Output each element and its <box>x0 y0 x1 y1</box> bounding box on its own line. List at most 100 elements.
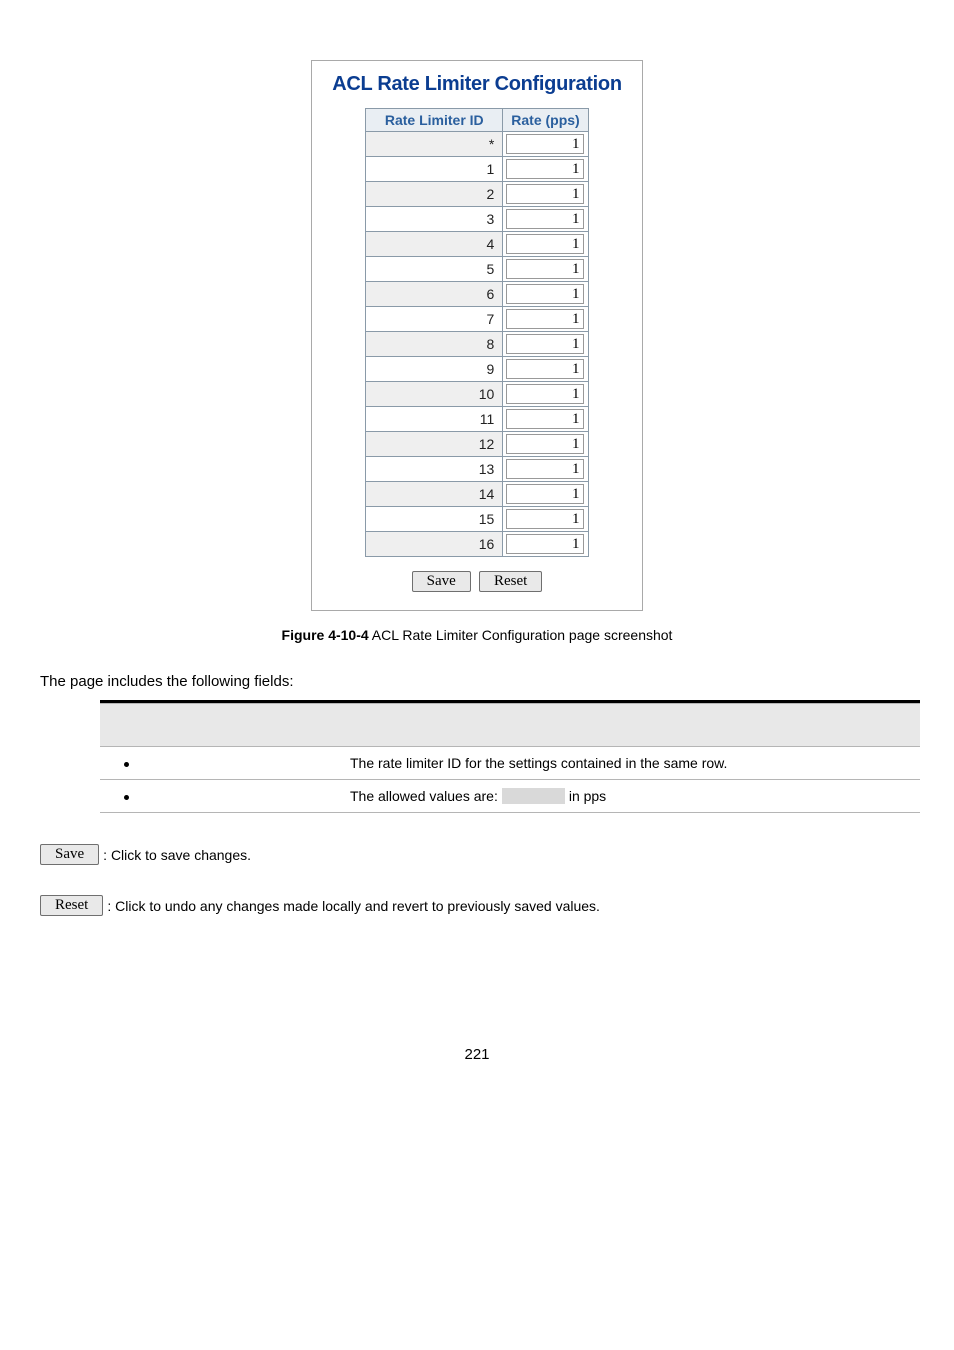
rate-limiter-id-cell: 6 <box>366 282 503 307</box>
table-row: 21 <box>366 182 588 207</box>
rate-limiter-id-cell: 9 <box>366 357 503 382</box>
rate-value-cell: 1 <box>503 507 588 532</box>
rate-value-cell: 1 <box>503 407 588 432</box>
rate-limiter-table: Rate Limiter ID Rate (pps) *111213141516… <box>365 108 588 557</box>
table-row: 101 <box>366 382 588 407</box>
rate-limiter-id-cell: 2 <box>366 182 503 207</box>
panel-title: ACL Rate Limiter Configuration <box>332 73 622 96</box>
reset-text: : Click to undo any changes made locally… <box>107 898 600 914</box>
field-row: Rate The allowed values are: 0-131071 in… <box>100 780 920 813</box>
rate-input[interactable]: 1 <box>506 484 584 504</box>
caption-text: ACL Rate Limiter Configuration page scre… <box>372 627 673 643</box>
fields-header-blank <box>100 704 152 747</box>
rate-value-cell: 1 <box>503 457 588 482</box>
rate-input[interactable]: 1 <box>506 434 584 454</box>
rate-limiter-id-cell: * <box>366 132 503 157</box>
fields-header-description: Description <box>344 704 920 747</box>
rate-input[interactable]: 1 <box>506 384 584 404</box>
save-button-inline[interactable]: Save <box>40 844 99 865</box>
rate-limiter-id-cell: 5 <box>366 257 503 282</box>
rate-value-cell: 1 <box>503 332 588 357</box>
rate-limiter-id-cell: 7 <box>366 307 503 332</box>
desc-suffix: in pps <box>565 788 606 804</box>
table-row: 121 <box>366 432 588 457</box>
actions-heading: Buttons <box>40 813 914 814</box>
acl-config-panel: ACL Rate Limiter Configuration Rate Limi… <box>311 60 643 611</box>
rate-input[interactable]: 1 <box>506 534 584 554</box>
table-row: 91 <box>366 357 588 382</box>
rate-limiter-id-cell: 14 <box>366 482 503 507</box>
rate-input[interactable]: 1 <box>506 234 584 254</box>
field-object: Rate Limiter ID <box>152 747 344 780</box>
rate-value-cell: 1 <box>503 207 588 232</box>
rate-input[interactable]: 1 <box>506 284 584 304</box>
col-header-id: Rate Limiter ID <box>366 109 503 132</box>
fields-header-object: Object <box>152 704 344 747</box>
table-row: 131 <box>366 457 588 482</box>
field-description: The allowed values are: 0-131071 in pps <box>344 780 920 813</box>
rate-value-cell: 1 <box>503 257 588 282</box>
rate-value-cell: 1 <box>503 157 588 182</box>
page-number: 221 <box>40 1046 914 1063</box>
rate-value-cell: 1 <box>503 532 588 557</box>
rate-input[interactable]: 1 <box>506 459 584 479</box>
rate-value-cell: 1 <box>503 132 588 157</box>
table-row: 51 <box>366 257 588 282</box>
figure-caption: Figure 4-10-4 ACL Rate Limiter Configura… <box>40 627 914 643</box>
rate-input[interactable]: 1 <box>506 309 584 329</box>
table-row: 71 <box>366 307 588 332</box>
reset-explanation: Reset : Click to undo any changes made l… <box>40 895 914 916</box>
fields-table: Object Description Rate Limiter ID The r… <box>100 700 920 813</box>
rate-input[interactable]: 1 <box>506 184 584 204</box>
rate-input[interactable]: 1 <box>506 209 584 229</box>
desc-highlight: 0-131071 <box>502 788 565 804</box>
rate-value-cell: 1 <box>503 307 588 332</box>
table-row: 81 <box>366 332 588 357</box>
save-text: : Click to save changes. <box>103 847 251 863</box>
table-row: 161 <box>366 532 588 557</box>
save-explanation: Save : Click to save changes. <box>40 844 914 865</box>
table-row: 151 <box>366 507 588 532</box>
table-row: 11 <box>366 157 588 182</box>
rate-input[interactable]: 1 <box>506 259 584 279</box>
rate-value-cell: 1 <box>503 357 588 382</box>
reset-button-inline[interactable]: Reset <box>40 895 103 916</box>
table-row: 111 <box>366 407 588 432</box>
table-row: *1 <box>366 132 588 157</box>
rate-limiter-id-cell: 1 <box>366 157 503 182</box>
table-row: 141 <box>366 482 588 507</box>
lead-text: The page includes the following fields: <box>40 673 914 690</box>
rate-input[interactable]: 1 <box>506 334 584 354</box>
table-row: 31 <box>366 207 588 232</box>
bullet-icon <box>124 795 129 800</box>
table-row: 41 <box>366 232 588 257</box>
rate-value-cell: 1 <box>503 482 588 507</box>
rate-limiter-id-cell: 12 <box>366 432 503 457</box>
rate-value-cell: 1 <box>503 382 588 407</box>
table-row: 61 <box>366 282 588 307</box>
rate-limiter-id-cell: 10 <box>366 382 503 407</box>
rate-limiter-id-cell: 3 <box>366 207 503 232</box>
field-description: The rate limiter ID for the settings con… <box>344 747 920 780</box>
rate-input[interactable]: 1 <box>506 359 584 379</box>
col-header-rate: Rate (pps) <box>503 109 588 132</box>
rate-limiter-id-cell: 15 <box>366 507 503 532</box>
rate-limiter-id-cell: 11 <box>366 407 503 432</box>
rate-value-cell: 1 <box>503 432 588 457</box>
reset-button[interactable]: Reset <box>479 571 542 592</box>
rate-input[interactable]: 1 <box>506 509 584 529</box>
save-button[interactable]: Save <box>412 571 471 592</box>
rate-input[interactable]: 1 <box>506 159 584 179</box>
field-row: Rate Limiter ID The rate limiter ID for … <box>100 747 920 780</box>
rate-limiter-id-cell: 16 <box>366 532 503 557</box>
rate-value-cell: 1 <box>503 182 588 207</box>
rate-limiter-id-cell: 13 <box>366 457 503 482</box>
caption-prefix: Figure 4-10-4 <box>282 627 369 643</box>
rate-input[interactable]: 1 <box>506 134 584 154</box>
rate-limiter-id-cell: 4 <box>366 232 503 257</box>
rate-limiter-id-cell: 8 <box>366 332 503 357</box>
rate-input[interactable]: 1 <box>506 409 584 429</box>
desc-prefix: The allowed values are: <box>350 788 502 804</box>
bullet-icon <box>124 762 129 767</box>
rate-value-cell: 1 <box>503 232 588 257</box>
